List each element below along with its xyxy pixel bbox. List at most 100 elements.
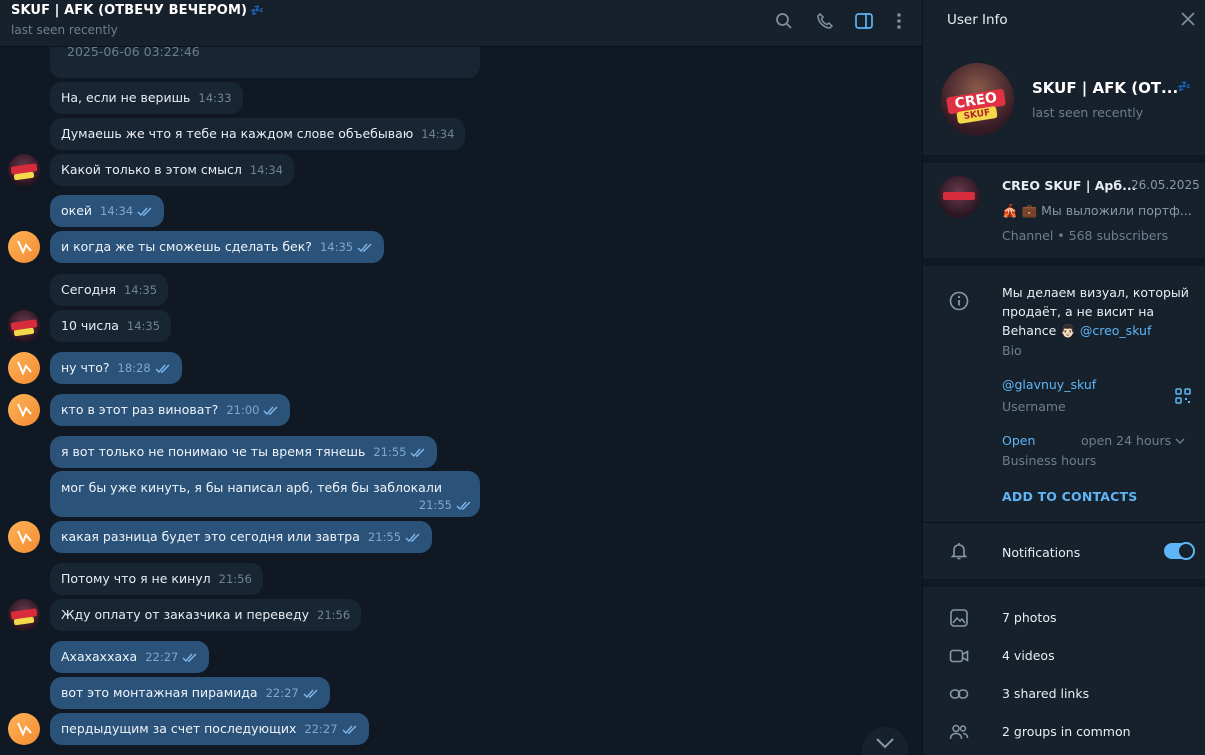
message-bubble[interactable]: я вот только не понимаю че ты время тяне… xyxy=(50,436,438,468)
contact-avatar[interactable] xyxy=(8,154,40,186)
read-check-icon xyxy=(155,364,170,373)
phone-icon xyxy=(817,12,834,29)
message-text: Думаешь же что я тебе на каждом слове об… xyxy=(61,126,414,141)
search-icon xyxy=(776,13,792,29)
message-time: 22:27 xyxy=(145,650,179,664)
add-to-contacts-button[interactable]: ADD TO CONTACTS xyxy=(1002,489,1137,504)
message-time: 22:27 xyxy=(304,722,338,736)
message-bubble[interactable]: и когда же ты сможешь сделать бек? 14:35 xyxy=(50,231,385,263)
bio-label: Bio xyxy=(1002,343,1022,358)
message-bubble[interactable]: Думаешь же что я тебе на каждом слове об… xyxy=(50,118,466,150)
contact-avatar[interactable] xyxy=(8,310,40,342)
bio-text: Мы делаем визуал, который продаёт, а не … xyxy=(1002,283,1202,340)
chat-title[interactable]: SKUF | AFK (ОТВЕЧУ ВЕЧЕРОМ) 💤 xyxy=(11,3,264,18)
chat-area: 2025-06-06 03:22:46 На, если не веришь 14… xyxy=(0,0,922,755)
self-avatar[interactable] xyxy=(8,352,40,384)
search-button[interactable] xyxy=(773,10,795,32)
message-bubble[interactable]: мог бы уже кинуть, я бы написал арб, теб… xyxy=(50,471,480,517)
channel-name: CREO SKUF | Арб... xyxy=(1002,178,1137,193)
read-check-icon xyxy=(263,406,278,415)
read-check-icon xyxy=(405,533,420,542)
message-bubble[interactable]: Ахахаххаха 22:27 xyxy=(50,641,210,673)
notifications-toggle[interactable] xyxy=(1164,542,1195,560)
media-groups-row[interactable]: 2 groups in common xyxy=(923,714,1205,750)
section-divider xyxy=(923,258,1205,266)
message-bubble[interactable]: Жду оплату от заказчика и переведу 21:56 xyxy=(50,599,362,631)
chevron-down-icon xyxy=(1175,438,1185,444)
message-bubble[interactable]: Какой только в этом смысл 14:34 xyxy=(50,154,295,186)
self-avatar[interactable] xyxy=(8,713,40,745)
video-icon xyxy=(949,649,969,663)
read-check-icon xyxy=(303,689,318,698)
self-avatar[interactable] xyxy=(8,231,40,263)
message-text: Жду оплату от заказчика и переведу xyxy=(61,607,310,622)
message-time: 21:00 xyxy=(226,403,260,417)
channel-subscribers: Channel • 568 subscribers xyxy=(1002,228,1169,243)
message-text: мог бы уже кинуть, я бы написал арб, теб… xyxy=(61,480,442,495)
message-bubble[interactable]: вот это монтажная пирамида 22:27 xyxy=(50,677,330,709)
toggle-info-panel-button[interactable] xyxy=(853,10,875,32)
profile-avatar[interactable]: CREO SKUF xyxy=(941,63,1014,136)
profile-name: SKUF | AFK (ОТ... xyxy=(1032,79,1179,97)
info-icon xyxy=(949,291,969,311)
message-text: кто в этот раз виноват? xyxy=(61,402,219,417)
message-bubble[interactable]: какая разница будет это сегодня или завт… xyxy=(50,521,433,553)
message-text: Ахахаххаха xyxy=(61,649,138,664)
message-time: 14:34 xyxy=(100,204,134,218)
message-text: На, если не веришь xyxy=(61,90,191,105)
more-menu-button[interactable] xyxy=(888,10,910,32)
bio-link[interactable]: @creo_skuf xyxy=(1080,323,1152,338)
message-bubble[interactable]: кто в этот раз виноват? 21:00 xyxy=(50,394,291,426)
media-videos-row[interactable]: 4 videos xyxy=(923,638,1205,674)
notifications-label: Notifications xyxy=(1002,545,1081,560)
message-bubble[interactable]: Потому что я не кинул 21:56 xyxy=(50,563,263,595)
channel-preview: 🎪 💼 Мы выложили портф... xyxy=(1002,203,1192,218)
message-time: 14:35 xyxy=(126,319,161,333)
sleep-emoji: 💤 xyxy=(250,4,264,17)
message-list[interactable]: 2025-06-06 03:22:46 На, если не веришь 14… xyxy=(0,0,922,755)
read-check-icon xyxy=(456,501,471,510)
username-value[interactable]: @glavnuy_skuf xyxy=(1002,377,1096,392)
media-links-row[interactable]: 3 shared links xyxy=(923,676,1205,712)
close-panel-button[interactable] xyxy=(1180,11,1196,27)
message-bubble[interactable]: окей 14:34 xyxy=(50,195,165,227)
message-time: 22:27 xyxy=(265,686,299,700)
divider xyxy=(923,522,1205,523)
username-label: Username xyxy=(1002,399,1066,414)
call-button[interactable] xyxy=(814,10,836,32)
qr-code-icon[interactable] xyxy=(1175,388,1191,404)
contact-avatar[interactable] xyxy=(8,599,40,631)
message-time: 21:56 xyxy=(218,572,252,586)
message-text: Какой только в этом смысл xyxy=(61,162,242,177)
self-avatar[interactable] xyxy=(8,521,40,553)
message-bubble[interactable]: Сегодня 14:35 xyxy=(50,274,169,306)
self-avatar[interactable] xyxy=(8,394,40,426)
chat-status: last seen recently xyxy=(11,23,118,37)
message-time: 18:28 xyxy=(117,361,151,375)
sleep-emoji: 💤 xyxy=(1177,80,1191,93)
chat-header[interactable]: SKUF | AFK (ОТВЕЧУ ВЕЧЕРОМ) 💤 last seen r… xyxy=(0,0,922,47)
media-photos-label: 7 photos xyxy=(1002,610,1057,625)
message-bubble[interactable]: пердыдущим за счет последующих 22:27 xyxy=(50,713,369,745)
media-photos-row[interactable]: 7 photos xyxy=(923,600,1205,636)
read-check-icon xyxy=(182,653,197,662)
message-text: вот это монтажная пирамида xyxy=(61,685,258,700)
business-open-status: Open xyxy=(1002,433,1036,448)
groups-icon xyxy=(949,724,969,740)
business-hours-dropdown[interactable]: open 24 hours xyxy=(1081,433,1185,448)
message-text: Потому что я не кинул xyxy=(61,571,211,586)
business-hours-label: Business hours xyxy=(1002,453,1097,468)
section-divider xyxy=(923,155,1205,163)
telegram-window: 2025-06-06 03:22:46 На, если не веришь 14… xyxy=(0,0,1205,755)
message-bubble[interactable]: ну что? 18:28 xyxy=(50,352,182,384)
message-text: пердыдущим за счет последующих xyxy=(61,721,297,736)
message-bubble[interactable]: На, если не веришь 14:33 xyxy=(50,82,243,114)
scroll-down-button[interactable] xyxy=(862,727,908,755)
message-bubble[interactable]: 10 числа 14:35 xyxy=(50,310,172,342)
message-time: 14:34 xyxy=(421,127,455,141)
user-info-panel: User Info CREO SKUF SKUF | AFK (ОТ... 💤 … xyxy=(922,0,1205,755)
read-check-icon xyxy=(137,207,152,216)
message-time: 14:34 xyxy=(249,163,284,177)
section-divider xyxy=(923,579,1205,587)
chat-title-text: SKUF | AFK (ОТВЕЧУ ВЕЧЕРОМ) xyxy=(11,3,248,18)
